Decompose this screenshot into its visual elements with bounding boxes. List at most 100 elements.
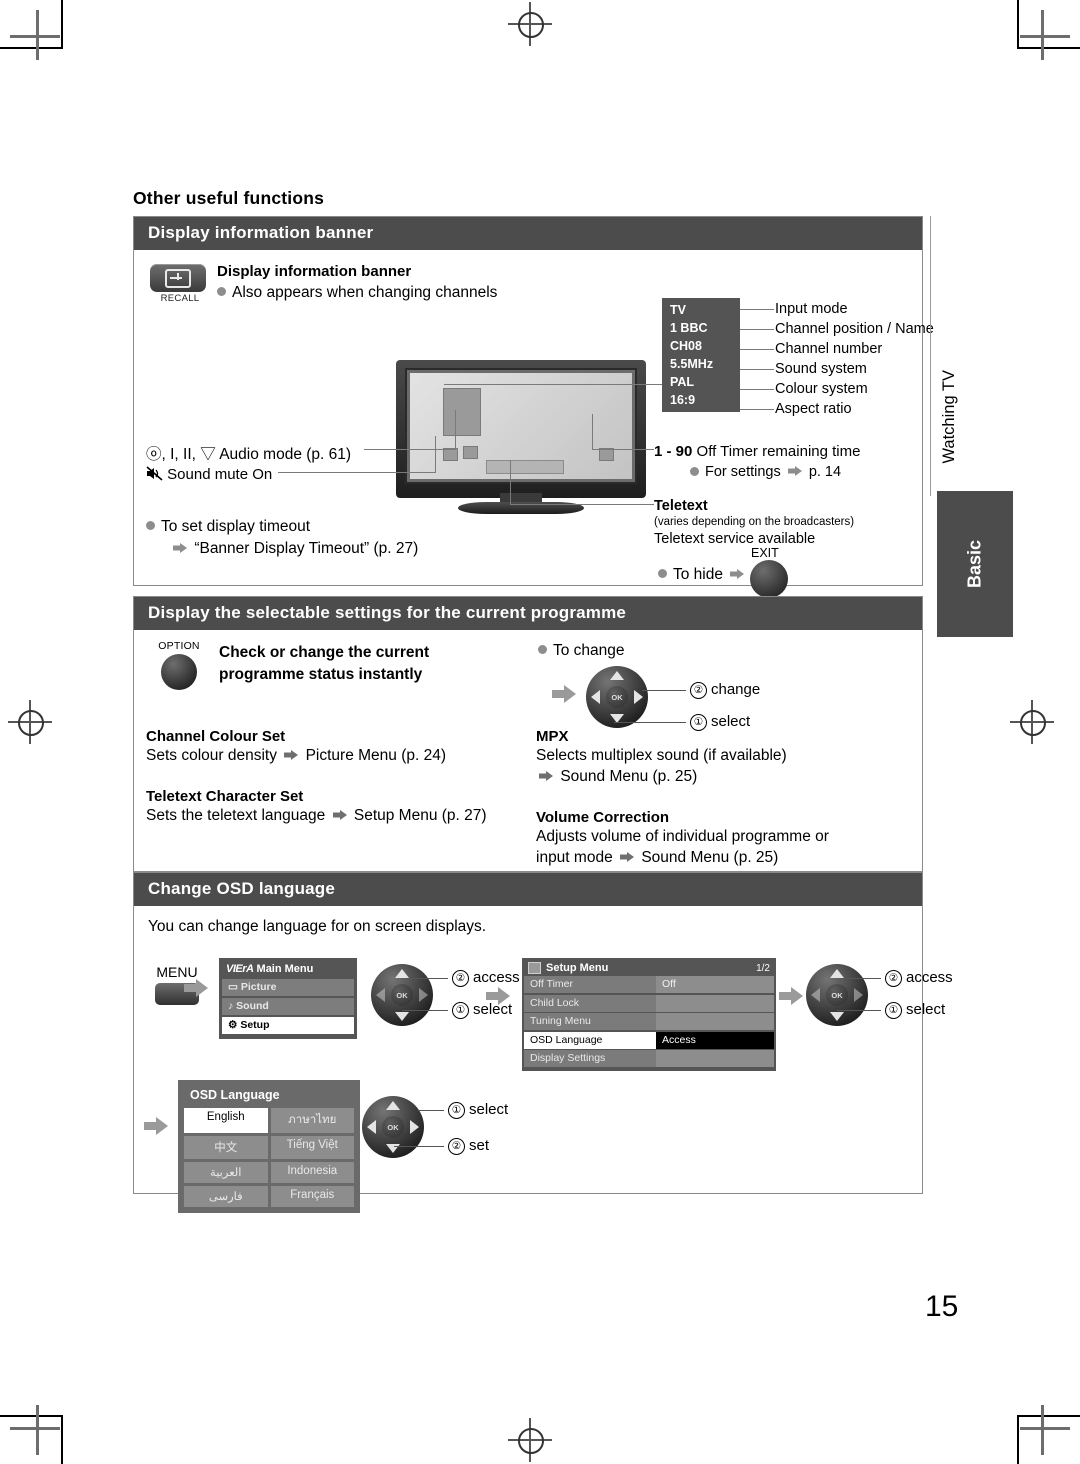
panel-change-osd-language: Change OSD language You can change langu… xyxy=(133,872,953,1213)
nav-ok-button[interactable]: OK xyxy=(382,1116,404,1138)
nav-ok-button[interactable]: OK xyxy=(826,984,848,1006)
osd-banner-box xyxy=(443,388,481,436)
setup-row-name: Child Lock xyxy=(524,994,656,1012)
nav-right-icon[interactable] xyxy=(410,1120,419,1134)
lang-cell-arabic[interactable]: العربية xyxy=(184,1162,268,1183)
setup-menu-header: Setup Menu 1/2 xyxy=(524,960,774,976)
registration-mark-right xyxy=(1010,700,1054,744)
side-rule xyxy=(930,216,931,496)
panel1-bullet: Also appears when changing channels xyxy=(217,284,497,302)
leader-offtimer-v xyxy=(592,414,593,450)
manual-page: Other useful functions Display informati… xyxy=(0,0,1080,1464)
page-number: 15 xyxy=(925,1290,959,1323)
osd-value-3: 5.5MHz xyxy=(670,357,714,371)
setup-row-osd-language[interactable]: OSD Language Access xyxy=(524,1031,774,1049)
item-body: Selects multiplex sound (if available) S… xyxy=(536,745,918,787)
osd-label-1: Channel position / Name xyxy=(775,321,934,337)
display-timeout-ref-text: “Banner Display Timeout” (p. 27) xyxy=(194,540,419,557)
settings-column-right: MPX Selects multiplex sound (if availabl… xyxy=(536,728,918,868)
item-body: Adjusts volume of individual programme o… xyxy=(536,826,918,868)
recall-button[interactable]: RECALL xyxy=(150,264,210,304)
item-body-pre: Sets the teletext language xyxy=(146,807,326,824)
off-timer-settings-line: For settings p. 14 xyxy=(690,464,841,480)
nav-up-icon[interactable] xyxy=(386,1101,400,1110)
setup-row-display-settings[interactable]: Display Settings xyxy=(524,1050,774,1067)
audio-mode-line: ⓞ, I, II, ▽ Audio mode (p. 61) xyxy=(146,442,351,464)
osd-teletext-box xyxy=(486,460,564,474)
setup-row-child-lock[interactable]: Child Lock xyxy=(524,994,774,1012)
nav-left-icon[interactable] xyxy=(591,690,600,704)
item-title: Volume Correction xyxy=(536,809,670,826)
nav-left-icon[interactable] xyxy=(367,1120,376,1134)
leader-teletext-v xyxy=(510,460,511,505)
lang-cell-farsi[interactable]: فارسی xyxy=(184,1186,268,1207)
nav-left-icon[interactable] xyxy=(376,988,385,1002)
nav-ok-button[interactable]: OK xyxy=(606,686,628,708)
option-button[interactable]: OPTION xyxy=(148,640,210,690)
nav-up-icon[interactable] xyxy=(395,969,409,978)
panel2-heading: Check or change the current programme st… xyxy=(219,642,429,686)
panel1-heading: Display information banner xyxy=(217,263,412,280)
leader-mute-v xyxy=(435,436,436,473)
setup-menu-title: Setup Menu xyxy=(546,962,609,974)
to-change-text: To change xyxy=(553,642,625,659)
display-timeout-text: To set display timeout xyxy=(161,518,311,535)
off-timer-label: Off Timer remaining time xyxy=(696,443,861,460)
flow-arrow-icon xyxy=(779,987,803,1005)
nav-right-icon[interactable] xyxy=(419,988,428,1002)
nav-left-icon[interactable] xyxy=(811,988,820,1002)
main-menu-row-sound[interactable]: ♪ Sound xyxy=(222,998,354,1015)
main-menu-row-picture[interactable]: ▭ Picture xyxy=(222,979,354,996)
setup-row-value xyxy=(656,1013,774,1030)
crop-mark-bl-h xyxy=(0,1415,62,1417)
sound-mute-label: Sound mute On xyxy=(167,466,273,483)
nav-ok-button[interactable]: OK xyxy=(391,984,413,1006)
right-arrow-icon xyxy=(332,809,347,820)
flow-arrow-icon xyxy=(184,979,208,997)
bullet-dot-icon xyxy=(217,287,226,297)
settings-column-left: Channel Colour Set Sets colour density P… xyxy=(146,728,528,826)
section-title: Other useful functions xyxy=(133,188,325,208)
setup-row-name: Off Timer xyxy=(524,976,656,993)
nav-pad-language[interactable]: OK xyxy=(362,1096,424,1158)
nav-up-icon[interactable] xyxy=(610,671,624,680)
tv-bezel xyxy=(396,360,646,498)
setup-row-name: Tuning Menu xyxy=(524,1013,656,1030)
lang-cell-thai[interactable]: ภาษาไทย xyxy=(270,1108,354,1133)
nav-pad-menu[interactable]: OK xyxy=(371,964,433,1026)
item-body-post: input mode xyxy=(536,849,613,866)
main-menu-row-setup[interactable]: ⚙ Setup xyxy=(222,1017,354,1034)
trim-mark-tr-h xyxy=(1020,35,1070,38)
exit-button-label: EXIT xyxy=(751,546,779,560)
nav-up-icon[interactable] xyxy=(830,969,844,978)
setup-row-off-timer[interactable]: Off Timer Off xyxy=(524,976,774,993)
exit-button[interactable] xyxy=(750,560,788,598)
step-access-label: access xyxy=(906,969,953,986)
step-set: ② set xyxy=(448,1137,489,1155)
nav-down-icon[interactable] xyxy=(830,1012,844,1021)
step-number: ① xyxy=(452,1001,469,1019)
nav-right-icon[interactable] xyxy=(854,988,863,1002)
lang-cell-francais[interactable]: Français xyxy=(270,1186,354,1207)
teletext-title: Teletext xyxy=(654,498,708,514)
nav-down-icon[interactable] xyxy=(395,1012,409,1021)
panel-display-information-banner: Display information banner RECALL Displa… xyxy=(133,216,934,598)
osd-label-4: Colour system xyxy=(775,381,868,397)
osd-value-5: 16:9 xyxy=(670,393,696,407)
nav-pad-option[interactable]: OK xyxy=(586,666,648,728)
crop-mark-bl-v xyxy=(61,1415,63,1464)
setup-row-tuning-menu[interactable]: Tuning Menu xyxy=(524,1013,774,1030)
lang-cell-chinese[interactable]: 中文 xyxy=(184,1136,268,1159)
nav-right-icon[interactable] xyxy=(634,690,643,704)
off-timer-settings-text: For settings xyxy=(705,464,781,480)
crop-mark-tl-v xyxy=(61,0,63,49)
bullet-dot-icon xyxy=(146,521,155,531)
lang-cell-vietnamese[interactable]: Tiếng Việt xyxy=(270,1136,354,1159)
callout-select xyxy=(614,722,686,723)
nav-pad-setup[interactable]: OK xyxy=(806,964,868,1026)
lang-cell-english[interactable]: English xyxy=(184,1108,268,1133)
audio-mode-symbols: ⓞ, I, II, ▽ xyxy=(146,446,216,463)
lang-cell-indonesia[interactable]: Indonesia xyxy=(270,1162,354,1183)
mute-icon xyxy=(146,466,163,481)
registration-mark-bottom xyxy=(508,1418,552,1462)
